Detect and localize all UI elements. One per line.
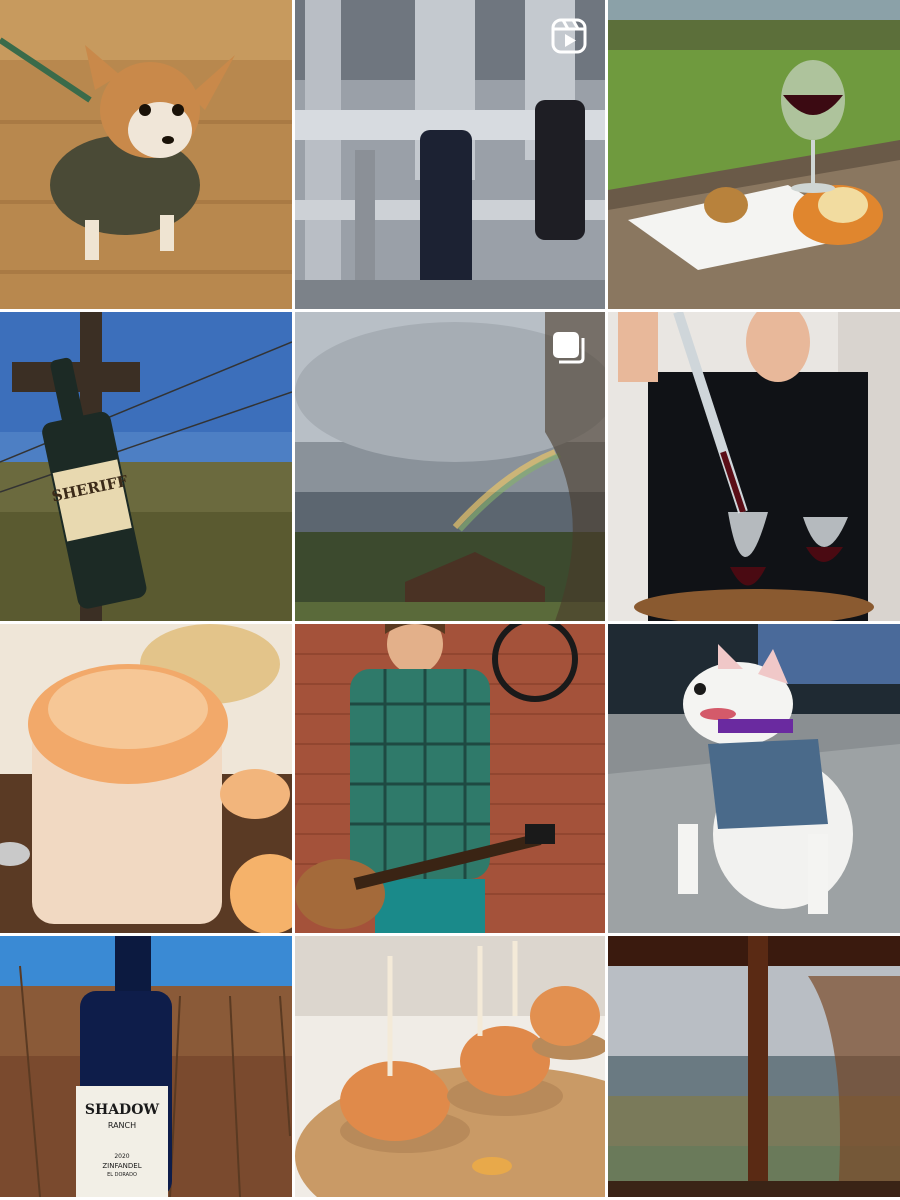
post-image: [0, 0, 292, 309]
post-image: [608, 936, 900, 1197]
post-image: [0, 624, 292, 933]
reel-icon: [549, 16, 589, 56]
post-image: [608, 312, 900, 621]
shadow-ranch-year: 2020: [114, 1153, 129, 1160]
post-pimento-cheese-jar[interactable]: [0, 624, 292, 933]
post-window-vineyard-view[interactable]: [608, 936, 900, 1197]
post-image: [608, 624, 900, 933]
post-bull-terrier-dog[interactable]: [608, 624, 900, 933]
post-wine-tasting-patio[interactable]: [608, 0, 900, 309]
post-wine-pour-aerator[interactable]: [608, 312, 900, 621]
post-dog-jacket[interactable]: [0, 0, 292, 309]
shadow-ranch-label-line1: SHADOW: [85, 1102, 160, 1118]
post-guitar-musician[interactable]: [295, 624, 605, 933]
post-sheriff-bottle-vineyard[interactable]: SHERIFF: [0, 312, 292, 621]
post-image: SHADOW RANCH 2020 ZINFANDEL EL DORADO: [0, 936, 292, 1197]
post-grid: SHERIFF SHADOW RANCH 2020 ZINFANDEL EL D…: [0, 0, 900, 1200]
post-image: [608, 0, 900, 309]
carousel-icon: [549, 328, 589, 368]
post-fried-chicken-bites[interactable]: [295, 936, 605, 1197]
shadow-ranch-label-line2: RANCH: [108, 1121, 136, 1130]
post-image: SHERIFF: [0, 312, 292, 621]
post-bottling-line[interactable]: [295, 0, 605, 309]
post-image: [295, 936, 605, 1197]
shadow-ranch-region: EL DORADO: [107, 1172, 137, 1178]
shadow-ranch-varietal: ZINFANDEL: [102, 1162, 141, 1170]
post-storm-rainbow[interactable]: [295, 312, 605, 621]
post-shadow-ranch-bottle[interactable]: SHADOW RANCH 2020 ZINFANDEL EL DORADO: [0, 936, 292, 1197]
post-image: [295, 624, 605, 933]
